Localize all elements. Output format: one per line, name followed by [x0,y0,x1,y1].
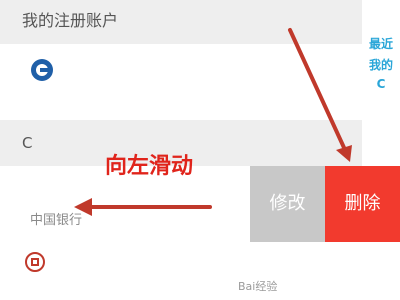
section-header-registered: 我的注册账户 [0,0,362,44]
section-title: 我的注册账户 [22,11,119,30]
delete-label: 删除 [344,193,381,214]
swipe-annotation: 向左滑动 [105,154,194,179]
bank-name: 中国银行 [30,213,83,228]
index-recent[interactable]: 最近 [362,35,400,52]
watermark: Bai经验 [238,280,278,293]
icbc-logo-icon [25,252,45,272]
bank-row-ccb[interactable] [0,44,362,120]
index-mine[interactable]: 我的 [362,56,400,73]
delete-button[interactable]: 删除 [325,166,400,242]
index-c[interactable]: C [362,77,400,91]
edit-label: 修改 [269,193,306,214]
edit-button[interactable]: 修改 [250,166,325,242]
bank-row-icbc[interactable] [0,242,362,300]
ccb-logo-icon [31,59,53,81]
side-index[interactable]: 最近 我的 C [362,0,400,166]
section-title: C [22,134,33,152]
